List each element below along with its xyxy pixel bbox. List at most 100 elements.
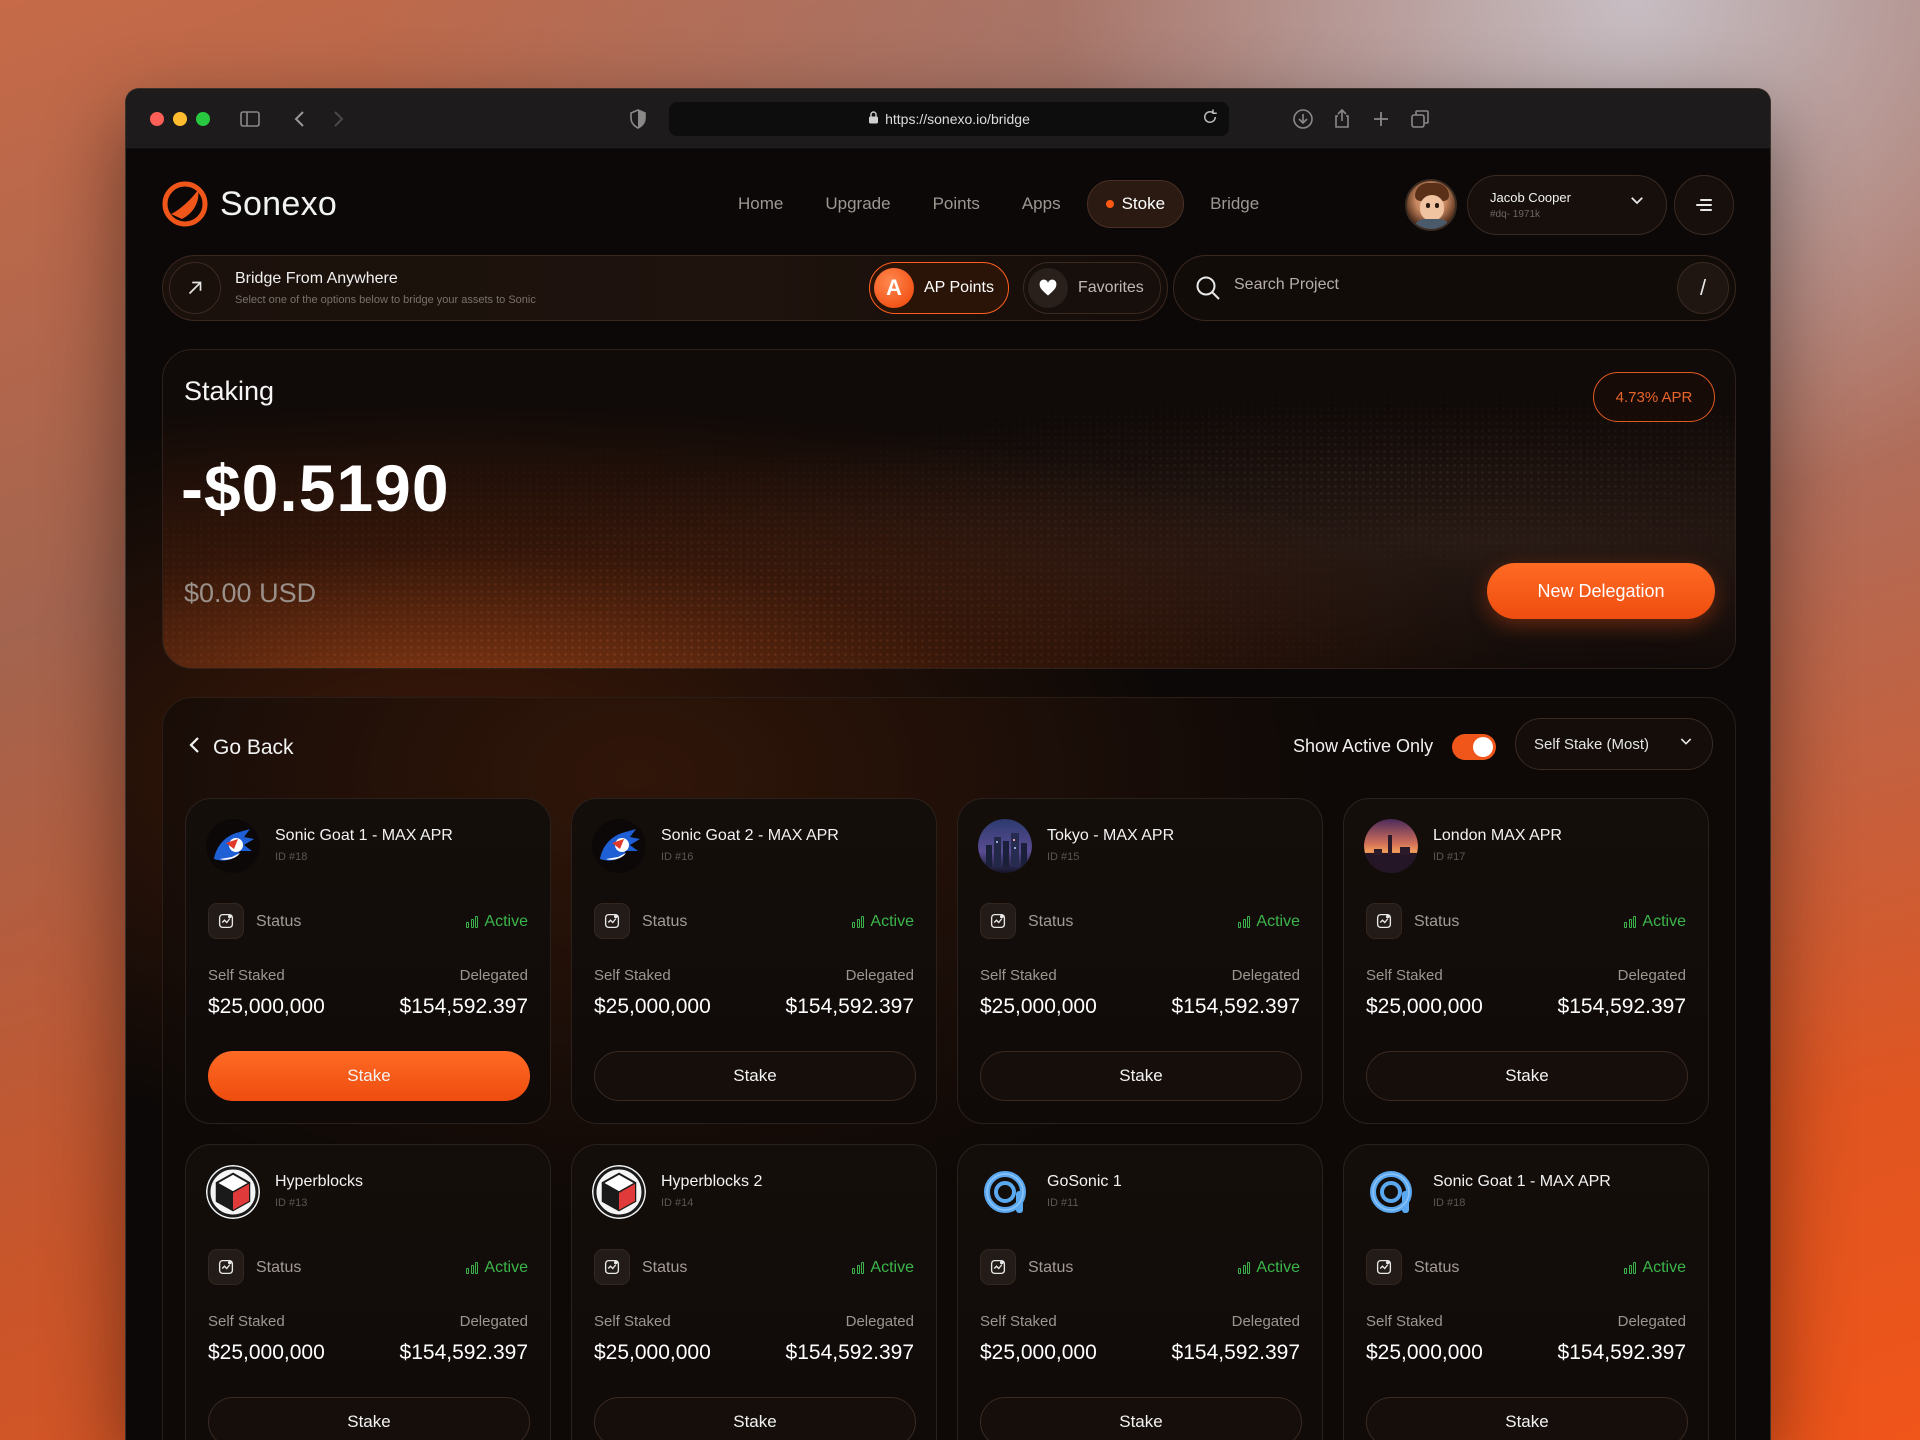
search-icon: [1196, 276, 1220, 300]
delegated-label: Delegated: [845, 967, 914, 984]
tabs-overview-icon[interactable]: [1408, 107, 1432, 131]
search-shortcut-button[interactable]: /: [1677, 262, 1729, 314]
address-bar[interactable]: https://sonexo.io/bridge: [669, 102, 1229, 136]
status-value: Active: [1642, 1259, 1686, 1276]
stake-button[interactable]: Stake: [980, 1051, 1302, 1101]
activity-icon: [594, 1249, 630, 1285]
validator-card[interactable]: Sonic Goat 1 - MAX APR ID #18 Status Active…: [1343, 1144, 1709, 1440]
stake-button[interactable]: Stake: [594, 1397, 916, 1440]
self-staked-label: Self Staked: [208, 967, 285, 984]
nav-home[interactable]: Home: [722, 180, 799, 228]
nav-points[interactable]: Points: [917, 180, 996, 228]
status-label: Status: [256, 913, 302, 930]
chevron-down-icon: [1628, 191, 1646, 215]
validator-card[interactable]: Hyperblocks ID #13 Status Active Self Staked…: [185, 1144, 551, 1440]
status-value: Active: [1256, 1259, 1300, 1276]
nav-upgrade[interactable]: Upgrade: [809, 180, 906, 228]
search-input[interactable]: [1234, 276, 1634, 294]
validator-logo: [978, 819, 1032, 873]
nav-bridge[interactable]: Bridge: [1194, 180, 1275, 228]
staking-card: Staking -$0.5190 $0.00 USD 4.73% APR New…: [162, 349, 1736, 669]
reload-icon[interactable]: [1201, 108, 1219, 131]
validator-card[interactable]: Tokyo - MAX APR ID #15 Status Active Self St…: [957, 798, 1323, 1124]
brand-name: Sonexo: [220, 184, 338, 223]
validator-card[interactable]: London MAX APR ID #17 Status Active Self Sta…: [1343, 798, 1709, 1124]
back-arrow-icon[interactable]: [288, 107, 312, 131]
validator-id: ID #16: [661, 851, 694, 863]
validator-logo: [206, 819, 260, 873]
delegated-label: Delegated: [1231, 1313, 1300, 1330]
go-back-button[interactable]: Go Back: [187, 734, 294, 762]
search-bar: /: [1173, 255, 1736, 321]
delegated-value: $154,592.397: [1171, 1341, 1300, 1364]
stake-button[interactable]: Stake: [208, 1397, 530, 1440]
active-dot-icon: [1105, 200, 1114, 208]
status-value: Active: [1256, 913, 1300, 930]
validator-card[interactable]: GoSonic 1 ID #11 Status Active Self Staked De…: [957, 1144, 1323, 1440]
status-value: Active: [870, 913, 914, 930]
validator-id: ID #14: [661, 1197, 694, 1209]
chevron-left-icon: [187, 734, 203, 762]
validator-name: Hyperblocks: [275, 1173, 364, 1190]
share-icon[interactable]: [1330, 107, 1354, 131]
activity-icon: [980, 903, 1016, 939]
activity-icon: [1366, 1249, 1402, 1285]
download-icon[interactable]: [1291, 107, 1315, 131]
validator-card[interactable]: Sonic Goat 1 - MAX APR ID #18 Status Active…: [185, 798, 551, 1124]
delegated-label: Delegated: [459, 967, 528, 984]
menu-lines-icon: [1696, 196, 1712, 214]
lock-icon: [868, 111, 879, 127]
staking-title: Staking: [184, 376, 275, 406]
validator-name: GoSonic 1: [1047, 1173, 1122, 1190]
self-staked-label: Self Staked: [594, 1313, 671, 1330]
validator-card[interactable]: Hyperblocks 2 ID #14 Status Active Self Stak…: [571, 1144, 937, 1440]
bridge-arrow-button[interactable]: [169, 262, 221, 314]
delegated-label: Delegated: [845, 1313, 914, 1330]
stake-button[interactable]: Stake: [594, 1051, 916, 1101]
close-window-button[interactable]: [150, 111, 164, 126]
browser-window: https://sonexo.io/bridge Sonexo Home Upg…: [125, 88, 1771, 1440]
activity-icon: [594, 903, 630, 939]
validator-card[interactable]: Sonic Goat 2 - MAX APR ID #16 Status Active…: [571, 798, 937, 1124]
status-label: Status: [1414, 1259, 1460, 1276]
status-label: Status: [642, 913, 688, 930]
nav-stoke[interactable]: Stoke: [1086, 180, 1185, 228]
delegated-value: $154,592.397: [399, 995, 528, 1018]
status-value: Active: [870, 1259, 914, 1276]
ap-points-label: AP Points: [924, 279, 994, 296]
status-badge: Active: [1624, 913, 1686, 931]
status-value: Active: [484, 913, 528, 930]
brand-logo[interactable]: Sonexo: [162, 181, 337, 227]
new-delegation-button[interactable]: New Delegation: [1487, 563, 1715, 619]
ap-points-button[interactable]: A AP Points: [869, 262, 1009, 314]
stake-button[interactable]: Stake: [208, 1051, 530, 1101]
signal-bars-icon: [1238, 916, 1251, 928]
signal-bars-icon: [466, 916, 479, 928]
go-back-label: Go Back: [213, 736, 294, 759]
stake-button[interactable]: Stake: [980, 1397, 1302, 1440]
self-staked-label: Self Staked: [1366, 967, 1443, 984]
new-tab-icon[interactable]: [1369, 107, 1393, 131]
shield-icon[interactable]: [626, 107, 650, 131]
avatar[interactable]: [1405, 179, 1457, 231]
user-dropdown[interactable]: Jacob Cooper #dq- 1971k: [1467, 175, 1667, 235]
maximize-window-button[interactable]: [196, 111, 210, 126]
nav-apps[interactable]: Apps: [1006, 180, 1077, 228]
delegated-label: Delegated: [1617, 1313, 1686, 1330]
status-badge: Active: [1238, 913, 1300, 931]
validator-id: ID #15: [1047, 851, 1080, 863]
minimize-window-button[interactable]: [173, 111, 187, 126]
status-badge: Active: [466, 913, 528, 931]
stake-button[interactable]: Stake: [1366, 1397, 1688, 1440]
show-active-only-toggle[interactable]: [1452, 734, 1496, 760]
sort-select[interactable]: Self Stake (Most): [1515, 718, 1713, 770]
sidebar-toggle-icon[interactable]: [238, 107, 262, 131]
favorites-button[interactable]: Favorites: [1023, 262, 1161, 314]
signal-bars-icon: [1624, 916, 1637, 928]
self-staked-value: $25,000,000: [1366, 995, 1483, 1018]
stake-button[interactable]: Stake: [1366, 1051, 1688, 1101]
delegated-value: $154,592.397: [785, 1341, 914, 1364]
forward-arrow-icon[interactable]: [326, 107, 350, 131]
user-handle: #dq- 1971k: [1490, 209, 1541, 220]
hamburger-menu-button[interactable]: [1674, 175, 1734, 235]
